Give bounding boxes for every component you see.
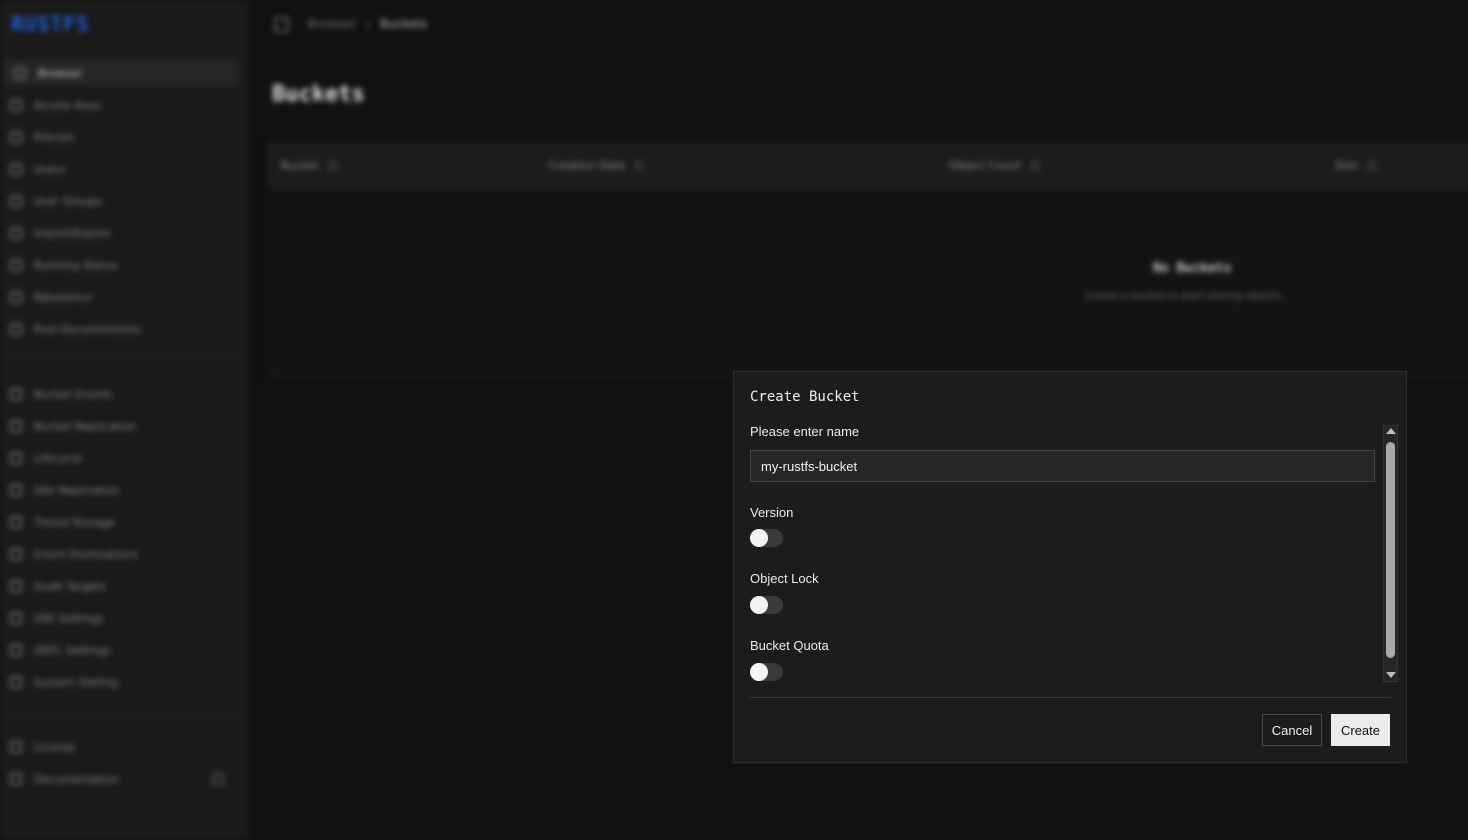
audit-icon xyxy=(10,580,22,592)
create-bucket-dialog: Create Bucket Please enter name Version … xyxy=(733,371,1407,763)
name-label: Please enter name xyxy=(750,424,860,439)
empty-state-title: No Buckets xyxy=(1153,261,1232,276)
sidebar-item-running-status[interactable]: Running Status xyxy=(0,252,236,278)
gear-icon xyxy=(10,676,22,688)
object-lock-label: Object Lock xyxy=(750,571,819,586)
sidebar-divider xyxy=(0,358,248,359)
sidebar-item-license[interactable]: License xyxy=(0,734,236,760)
cancel-button[interactable]: Cancel xyxy=(1262,714,1322,746)
breadcrumb-current: Buckets xyxy=(380,17,428,31)
bucket-quota-label: Bucket Quota xyxy=(750,638,829,653)
sidebar-item-browser[interactable]: Browser xyxy=(4,60,240,86)
policy-icon xyxy=(10,131,22,143)
empty-state-subtitle: Create a bucket to start storing objects xyxy=(1085,291,1282,302)
key-icon xyxy=(10,99,22,111)
logo: RUSTFS xyxy=(11,12,90,36)
sidebar-item-documentation[interactable]: Documentation xyxy=(0,766,236,792)
dialog-footer-divider xyxy=(750,697,1391,698)
scroll-down-arrow-icon[interactable] xyxy=(1386,672,1396,678)
sidebar-item-users[interactable]: Users xyxy=(0,156,236,182)
replication-icon xyxy=(10,420,22,432)
sidebar-item-bucket-replication[interactable]: Bucket Replication xyxy=(0,413,236,439)
sort-icon xyxy=(1367,161,1376,170)
column-bucket[interactable]: Bucket xyxy=(281,159,337,172)
sidebar-item-event-destinations[interactable]: Event Destinations xyxy=(0,541,236,567)
create-button[interactable]: Create xyxy=(1331,714,1390,746)
events-icon xyxy=(10,388,22,400)
toggle-knob xyxy=(750,596,768,614)
lock-icon xyxy=(10,612,22,624)
users-icon xyxy=(10,195,22,207)
breadcrumb-root[interactable]: Browser xyxy=(308,17,357,31)
oidc-icon xyxy=(10,644,22,656)
sort-icon xyxy=(1031,161,1039,170)
sidebar-item-oidc-settings[interactable]: OIDC Settings xyxy=(0,637,236,663)
document-icon xyxy=(10,773,22,785)
column-object-count[interactable]: Object Count xyxy=(949,159,1039,172)
sidebar-item-audit-targets[interactable]: Audit Targets xyxy=(0,573,236,599)
table-header: Bucket Creation Date Object Count Size xyxy=(269,143,1468,189)
sidebar-item-lifecycle[interactable]: Lifecycle xyxy=(0,445,236,471)
sidebar-divider xyxy=(0,712,248,713)
version-label: Version xyxy=(750,505,794,520)
scroll-thumb[interactable] xyxy=(1386,442,1395,658)
bucket-quota-toggle[interactable] xyxy=(750,663,783,681)
sidebar-item-pool-decommission[interactable]: Pool Decommission xyxy=(0,316,236,342)
version-toggle[interactable] xyxy=(750,529,783,547)
breadcrumb-separator: / xyxy=(366,17,371,31)
rebalance-icon xyxy=(10,291,22,303)
pool-icon xyxy=(10,323,22,335)
sort-icon xyxy=(328,161,337,170)
sidebar-item-bucket-events[interactable]: Bucket Events xyxy=(0,381,236,407)
destination-icon xyxy=(10,548,22,560)
sidebar-item-site-replication[interactable]: Site Replication xyxy=(0,477,236,503)
scroll-up-arrow-icon[interactable] xyxy=(1386,428,1396,434)
buckets-table: Bucket Creation Date Object Count Size N… xyxy=(268,142,1468,378)
dialog-title: Create Bucket xyxy=(750,389,860,405)
toggle-knob xyxy=(750,663,768,681)
sidebar-item-user-groups[interactable]: User Groups xyxy=(0,188,236,214)
toggle-knob xyxy=(750,529,768,547)
column-size[interactable]: Size xyxy=(1335,159,1376,172)
license-icon xyxy=(10,741,22,753)
status-icon xyxy=(10,259,22,271)
sidebar-item-import-export[interactable]: Import/Export xyxy=(0,220,236,246)
import-export-icon xyxy=(10,227,22,239)
external-link-icon xyxy=(212,773,224,785)
sidebar: RUSTFS Browser Access Keys Policies User… xyxy=(0,0,248,840)
sidebar-item-tiered-storage[interactable]: Tiered Storage xyxy=(0,509,236,535)
sidebar-item-rebalance[interactable]: Rebalance xyxy=(0,284,236,310)
lifecycle-icon xyxy=(10,452,22,464)
browser-icon xyxy=(14,67,26,79)
sort-icon xyxy=(635,161,644,170)
user-icon xyxy=(10,163,22,175)
dialog-scrollbar[interactable] xyxy=(1383,425,1398,682)
sidebar-item-access-keys[interactable]: Access Keys xyxy=(0,92,236,118)
bucket-name-input[interactable] xyxy=(750,450,1375,482)
page-title: Buckets xyxy=(272,82,365,107)
site-replication-icon xyxy=(10,484,22,496)
sidebar-item-system-setting[interactable]: System Setting xyxy=(0,669,236,695)
sidebar-toggle-icon[interactable] xyxy=(274,17,289,32)
column-creation-date[interactable]: Creation Date xyxy=(549,159,644,172)
sidebar-item-sse-settings[interactable]: SSE Settings xyxy=(0,605,236,631)
object-lock-toggle[interactable] xyxy=(750,596,783,614)
sidebar-item-policies[interactable]: Policies xyxy=(0,124,236,150)
storage-icon xyxy=(10,516,22,528)
